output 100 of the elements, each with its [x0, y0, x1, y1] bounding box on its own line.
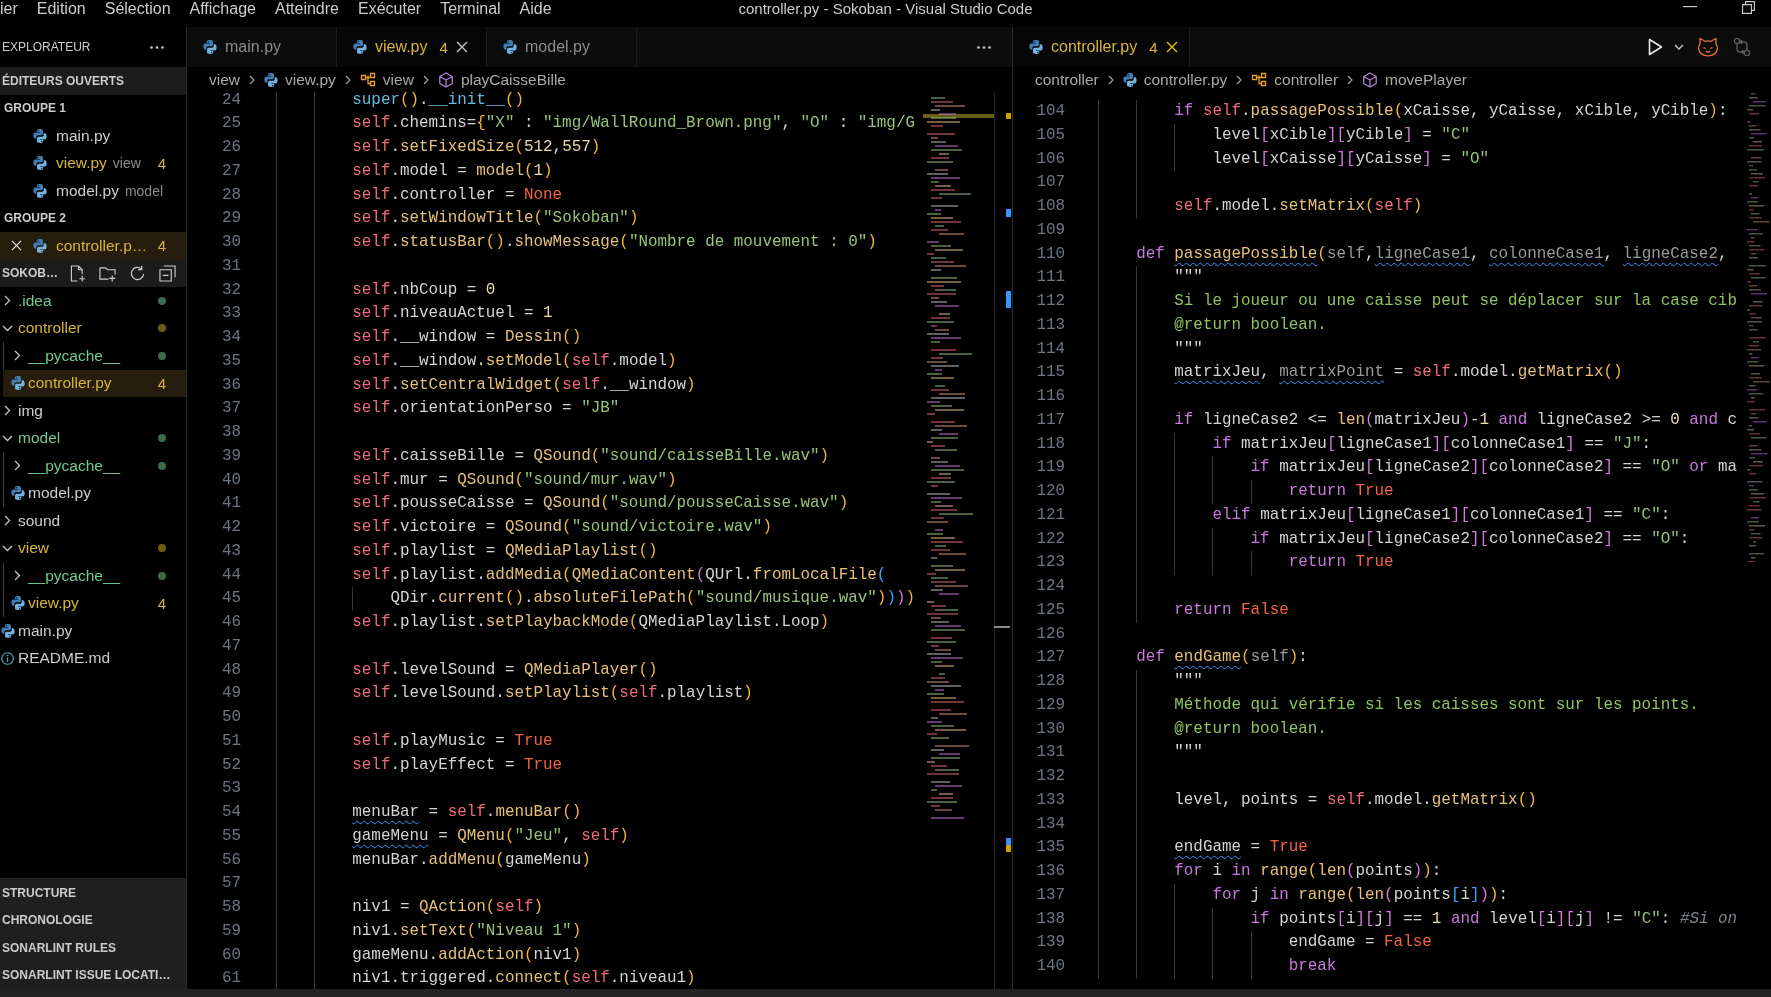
tree-item[interactable]: __pycache__ — [3, 342, 186, 370]
chevron-icon — [1236, 74, 1243, 85]
code-line: """ — [1174, 338, 1203, 360]
menu-item[interactable]: Exécuter — [358, 0, 422, 18]
line-number: 117 — [1035, 409, 1065, 431]
tree-item[interactable]: .idea — [0, 287, 186, 315]
code-line: self.setCentralWidget(self.__window) — [352, 374, 696, 396]
menu-item[interactable]: Aide — [519, 0, 552, 18]
code-line: niv1 = QAction(self) — [352, 897, 544, 919]
editor-tab[interactable]: view.py 4 — [337, 27, 487, 67]
tree-item[interactable]: main.py — [0, 617, 186, 645]
breadcrumb-item[interactable]: view — [359, 70, 414, 89]
open-editor-item[interactable]: view.py view 4 — [0, 149, 186, 177]
menu-item[interactable]: Sélection — [104, 0, 171, 18]
problem-count: 4 — [439, 38, 448, 56]
line-number: 51 — [220, 730, 241, 752]
code-line: self.nbCoup = 0 — [352, 279, 496, 301]
breadcrumb-item[interactable]: controller.py — [1122, 70, 1228, 89]
line-number: 113 — [1035, 314, 1065, 336]
code-line: level[xCible][yCible] = "C" — [1212, 124, 1470, 146]
file-icon — [503, 40, 517, 54]
code-line: if points[i][j] == 1 and level[i][j] != "C": #Si on — [1250, 908, 1738, 930]
open-editor-item[interactable]: controller.p… 4 — [0, 232, 186, 260]
open-editor-item[interactable]: main.py — [0, 122, 186, 150]
more-actions-icon[interactable] — [150, 45, 164, 49]
code-line: self.__window = Dessin() — [352, 327, 582, 349]
tree-item[interactable]: view — [0, 534, 186, 562]
tree-item[interactable]: model.py — [3, 479, 186, 507]
section-header[interactable]: SOKOB… — [0, 259, 186, 287]
line-number: 138 — [1035, 908, 1065, 930]
menu-item[interactable]: Terminal — [440, 0, 501, 18]
menu-item[interactable]: Atteindre — [274, 0, 339, 18]
menu-item[interactable]: Edition — [36, 0, 86, 18]
chevron-icon — [344, 74, 351, 85]
line-number: 49 — [220, 683, 241, 705]
line-number: 132 — [1035, 766, 1065, 787]
tree-item[interactable]: view.py 4 — [3, 589, 186, 617]
position-line-icon — [994, 626, 1010, 628]
open-editor-item[interactable]: model.py model — [0, 177, 186, 205]
line-number: 128 — [1035, 671, 1065, 692]
code-line: self.playlist = QMediaPlaylist() — [352, 540, 658, 562]
line-number: 36 — [220, 374, 241, 396]
code-line: """ — [1174, 267, 1203, 289]
tree-item[interactable]: sound — [0, 507, 186, 535]
swap-arrows-icon[interactable] — [1732, 37, 1752, 57]
code-line: self.setFixedSize(512,557) — [352, 137, 601, 159]
refresh-icon[interactable] — [129, 264, 146, 282]
line-number: 46 — [220, 612, 241, 634]
cat-face-icon[interactable] — [1697, 37, 1719, 57]
code-line: self.mur = QSound("sound/mur.wav") — [352, 469, 677, 491]
tree-item[interactable]: controller — [0, 314, 186, 342]
menu-item[interactable]: ier — [0, 0, 18, 18]
breadcrumb-item[interactable]: controller — [1251, 70, 1339, 89]
close-icon[interactable] — [1165, 41, 1178, 53]
folder-plus-icon[interactable] — [99, 264, 116, 282]
line-number: 129 — [1035, 694, 1065, 716]
section-header[interactable]: ÉDITEURS OUVERTS — [0, 67, 186, 95]
chevron-down-icon[interactable] — [1674, 44, 1684, 50]
code-line: menuBar.addMenu(gameMenu) — [352, 849, 591, 871]
breadcrumb-item[interactable]: movePlayer — [1362, 70, 1467, 89]
indent-guide — [1212, 527, 1214, 575]
file-plus-icon[interactable] — [69, 264, 86, 282]
restore-icon[interactable] — [1742, 0, 1755, 14]
tree-item[interactable]: __pycache__ — [3, 452, 186, 480]
code-line: return True — [1288, 481, 1394, 502]
tree-item[interactable]: __pycache__ — [3, 562, 186, 590]
play-icon[interactable] — [1648, 38, 1663, 56]
code-line: self.playlist.setPlaybackMode(QMediaPlaylist.Loop) — [352, 612, 830, 634]
breadcrumb-item[interactable]: playCaisseBille — [437, 70, 566, 89]
file-icon — [353, 40, 367, 54]
indent-guide — [1212, 456, 1214, 504]
code-line: self.chemins={"X" : "img/WallRound_Brown.png", "O" : "img/G — [352, 113, 915, 135]
line-number: 47 — [220, 635, 241, 657]
stacked-squares-icon[interactable] — [159, 264, 176, 282]
breadcrumb-item[interactable]: view — [209, 70, 240, 89]
code-line: endGame = False — [1288, 932, 1432, 954]
more-actions-icon[interactable] — [977, 45, 991, 49]
tree-item[interactable]: img — [0, 397, 186, 425]
tree-item[interactable]: controller.py 4 — [3, 369, 186, 397]
line-number: 33 — [220, 303, 241, 325]
editor-tab[interactable]: controller.py 4 — [1013, 27, 1190, 67]
code-line: self.orientationPerso = "JB" — [352, 398, 620, 420]
breadcrumb-item[interactable]: controller — [1035, 70, 1099, 89]
menu-item[interactable]: Affichage — [189, 0, 256, 18]
line-number: 109 — [1035, 219, 1065, 241]
line-number: 42 — [220, 517, 241, 539]
line-number: 140 — [1035, 956, 1065, 977]
close-icon[interactable] — [10, 240, 22, 252]
cube-icon — [1362, 71, 1379, 88]
code-line: if matrixJeu[ligneCase2][colonneCase2] == "O": — [1250, 528, 1690, 550]
tree-item[interactable]: README.md — [0, 644, 186, 672]
minimize-icon[interactable] — [1683, 6, 1697, 8]
breadcrumb-item[interactable]: view.py — [264, 70, 336, 89]
group-label: GROUPE 2 — [4, 211, 66, 226]
editor-description: view — [112, 155, 141, 172]
code-line: niv1.setText("Niveau 1") — [352, 920, 582, 942]
close-icon[interactable] — [455, 41, 468, 53]
file-icon — [33, 238, 47, 253]
code-line: @return boolean. — [1174, 314, 1327, 336]
tree-item[interactable]: model — [0, 424, 186, 452]
